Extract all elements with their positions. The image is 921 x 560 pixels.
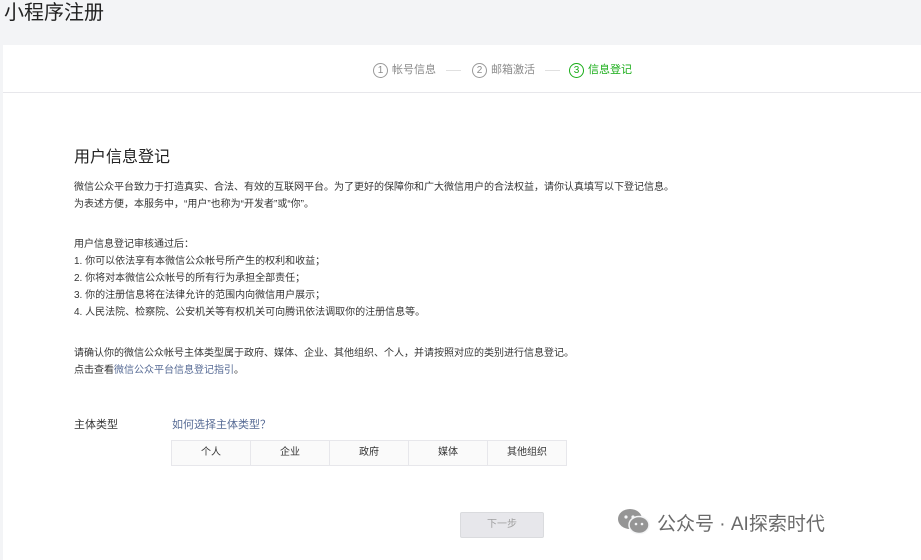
subject-option-other-org[interactable]: 其他组织 xyxy=(488,441,566,465)
subject-type-help-link[interactable]: 如何选择主体类型？ xyxy=(172,416,271,432)
step-number: 1 xyxy=(373,62,388,78)
subject-option-government[interactable]: 政府 xyxy=(330,441,409,465)
intro-line: 为表述方便，本服务中，“用户”也称为“开发者”或“你”。 xyxy=(74,199,314,210)
step-number: 2 xyxy=(472,62,487,78)
confirm-text: 请确认你的微信公众帐号主体类型属于政府、媒体、企业、其他组织、个人，并请按照对应… xyxy=(74,348,574,359)
after-pass-item: 3. 你的注册信息将在法律允许的范围内向微信用户展示； xyxy=(74,290,326,301)
wechat-icon xyxy=(618,509,650,535)
registration-guide-link[interactable]: 微信公众平台信息登记指引 xyxy=(114,365,234,376)
intro-line: 微信公众平台致力于打造真实、合法、有效的互联网平台。为了更好的保障你和广大微信用… xyxy=(74,182,674,193)
subject-type-label: 主体类型 xyxy=(74,419,118,431)
step-info-registration: 3 信息登记 xyxy=(569,61,632,79)
watermark-text: 公众号 · AI探索时代 xyxy=(657,513,825,535)
guide-prefix: 点击查看 xyxy=(74,365,114,376)
step-bar: 1 帐号信息 2 邮箱激活 3 信息登记 xyxy=(3,45,921,93)
page-title: 小程序注册 xyxy=(4,2,104,24)
guide-line: 点击查看微信公众平台信息登记指引。 xyxy=(74,362,244,379)
step-label: 帐号信息 xyxy=(392,64,436,76)
after-pass-item: 2. 你将对本微信公众帐号的所有行为承担全部责任； xyxy=(74,273,306,284)
after-pass-heading: 用户信息登记审核通过后： xyxy=(74,239,194,250)
subject-option-individual[interactable]: 个人 xyxy=(172,441,251,465)
after-pass-item: 4. 人民法院、检察院、公安机关等有权机关可向腾讯依法调取你的注册信息等。 xyxy=(74,307,426,318)
watermark: 公众号 · AI探索时代 xyxy=(617,507,825,537)
main-panel: 1 帐号信息 2 邮箱激活 3 信息登记 用户信息登记 微信公众平台致力于打造真… xyxy=(3,45,921,560)
guide-suffix: 。 xyxy=(234,365,244,376)
next-step-button[interactable]: 下一步 xyxy=(460,512,544,538)
step-label: 信息登记 xyxy=(588,64,632,76)
step-divider xyxy=(446,70,461,71)
step-divider xyxy=(545,70,560,71)
step-email-activation: 2 邮箱激活 xyxy=(472,61,535,79)
step-number: 3 xyxy=(569,62,584,78)
after-pass-item: 1. 你可以依法享有本微信公众帐号所产生的权利和收益； xyxy=(74,256,326,267)
section-title: 用户信息登记 xyxy=(74,149,171,166)
step-label: 邮箱激活 xyxy=(491,64,535,76)
step-account-info: 1 帐号信息 xyxy=(373,61,436,79)
subject-option-media[interactable]: 媒体 xyxy=(409,441,488,465)
subject-option-enterprise[interactable]: 企业 xyxy=(251,441,330,465)
subject-type-options: 个人 企业 政府 媒体 其他组织 xyxy=(171,440,567,466)
